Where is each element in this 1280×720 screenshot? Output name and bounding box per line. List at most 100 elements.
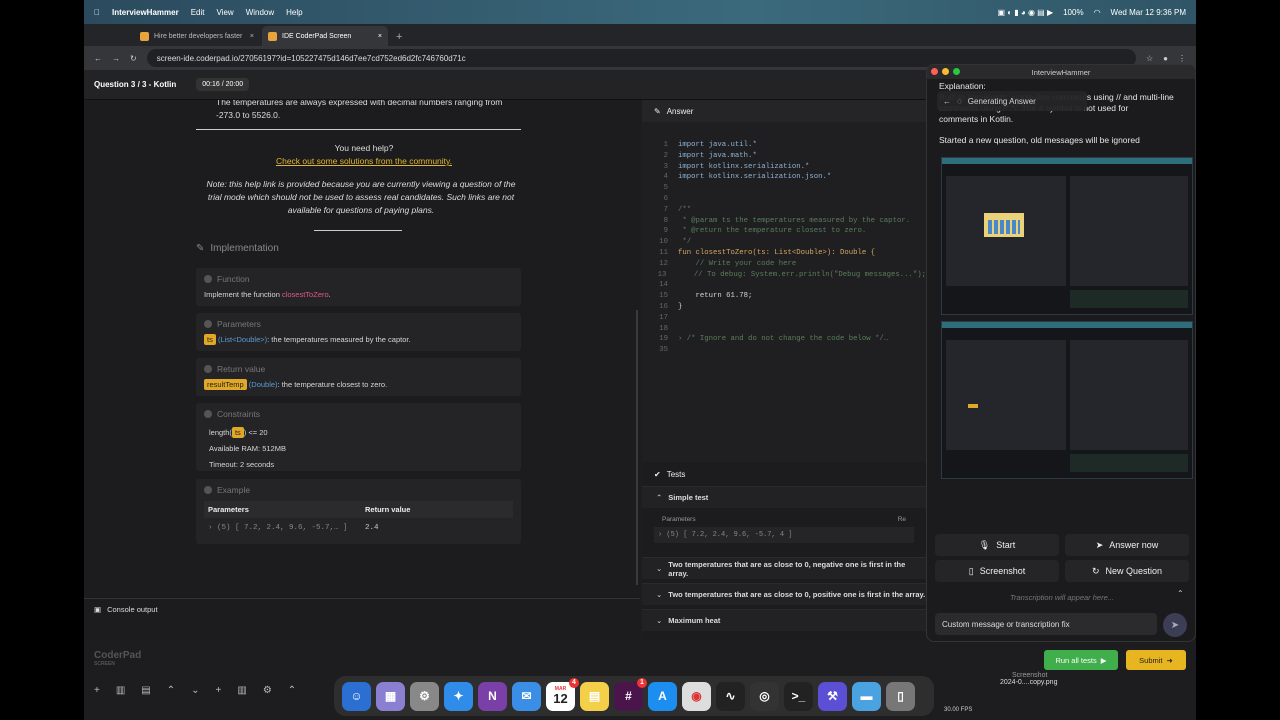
code-line[interactable]: 2 import java.math.* — [642, 151, 926, 162]
test-item[interactable]: ⌄ Two temperatures that are as close to 0… — [642, 557, 926, 579]
finder-icon[interactable]: ☺ — [342, 681, 371, 711]
test-item[interactable]: ⌄ Two temperatures that are as close to 0… — [642, 583, 926, 605]
example-params-value[interactable]: › (5) [ 7.2, 2.4, 9.6, -5.7,… ] — [208, 524, 365, 532]
console-output[interactable]: ▣ Console output — [84, 598, 640, 620]
menu-icon[interactable]: ⋮ — [1178, 54, 1186, 63]
clock[interactable]: Wed Mar 12 9:36 PM — [1111, 8, 1186, 17]
browser-tab[interactable]: Hire better developers faster × — [134, 26, 260, 46]
forward-icon[interactable]: → — [112, 54, 120, 63]
custom-message-input[interactable]: Custom message or transcription fix — [935, 613, 1157, 635]
code-line[interactable]: 8 * @param ts the temperatures measured … — [642, 216, 926, 227]
app-store-icon[interactable]: A — [648, 681, 677, 711]
start-button[interactable]: 🎙 Start — [935, 534, 1059, 556]
profile-icon[interactable]: ● — [1163, 54, 1168, 63]
wifi-icon[interactable]: ◠ — [1094, 8, 1101, 17]
desktop-file[interactable]: Screenshot 2024-0....copy.png — [1000, 672, 1120, 686]
send-button[interactable]: ➤ — [1163, 613, 1187, 637]
apple-icon[interactable]:  — [94, 8, 100, 17]
menu-edit[interactable]: Edit — [191, 8, 205, 17]
mail-icon[interactable]: ✉ — [512, 681, 541, 711]
obs-icon[interactable]: ◎ — [750, 681, 779, 711]
test-params-header: Parameters Re — [662, 516, 906, 523]
run-all-tests-button[interactable]: Run all tests ▶ — [1044, 650, 1118, 670]
code-line[interactable]: 15 return 61.78; — [642, 291, 926, 302]
screenshot-thumbnail[interactable] — [941, 157, 1193, 315]
gear-icon[interactable]: ⚙ — [263, 685, 272, 696]
code-line[interactable]: 5 — [642, 183, 926, 194]
code-line[interactable]: 9 * @return the temperature closest to z… — [642, 226, 926, 237]
answer-now-button[interactable]: ➤ Answer now — [1065, 534, 1189, 556]
chevron-up-icon[interactable]: ⌃ — [1177, 589, 1184, 598]
code-line[interactable]: 6 — [642, 194, 926, 205]
code-line[interactable]: 16} — [642, 302, 926, 313]
play-icon: ▶ — [1100, 655, 1107, 665]
interviewhammer-dock-icon[interactable]: ⚒ — [818, 681, 847, 711]
code-editor[interactable]: 1 import java.util.* 2 import java.math.* 3 i… — [642, 140, 926, 356]
filter-icon[interactable]: ▤ — [141, 685, 150, 696]
code-line[interactable]: 3 import kotlinx.serialization.* — [642, 162, 926, 173]
trash-icon[interactable]: ▥ — [116, 685, 125, 696]
code-line[interactable]: 1 import java.util.* — [642, 140, 926, 151]
code-line[interactable]: 12 // Write your code here — [642, 259, 926, 270]
trash-icon[interactable]: ▥ — [237, 685, 246, 696]
calendar-icon[interactable]: MAR 12 4 — [546, 677, 579, 711]
test-params-value[interactable]: › (5) [ 7.2, 2.4, 9.6, -5.7, 4 ] — [654, 527, 914, 543]
new-tab-icon[interactable]: + — [390, 31, 408, 46]
code-line[interactable]: 7 /** — [642, 205, 926, 216]
test-label: Simple test — [668, 493, 709, 502]
close-icon[interactable]: × — [378, 33, 382, 40]
up-icon[interactable]: ⌃ — [288, 685, 296, 696]
chrome-icon[interactable]: ◉ — [682, 681, 711, 711]
code-text: } — [678, 302, 683, 311]
browser-tab-active[interactable]: IDE CoderPad Screen × — [262, 26, 388, 46]
code-line[interactable]: 19 › /* Ignore and do not change the code… — [642, 334, 926, 345]
bookmark-icon[interactable]: ☆ — [1146, 54, 1153, 63]
code-line[interactable]: 13 // To debug: System.err.println("Debu… — [642, 270, 926, 281]
menu-view[interactable]: View — [217, 8, 234, 17]
launchpad-icon[interactable]: ▦ — [376, 681, 405, 711]
onenote-icon[interactable]: N — [478, 681, 507, 711]
add-icon[interactable]: + — [216, 685, 222, 696]
maximize-window-icon[interactable] — [953, 68, 960, 75]
trash-bin-icon[interactable]: ▯ — [886, 681, 915, 711]
add-icon[interactable]: + — [94, 685, 100, 696]
code-line[interactable]: 18 — [642, 324, 926, 335]
battery-percent[interactable]: 100% — [1063, 8, 1083, 17]
tests-header[interactable]: ✔ Tests — [642, 462, 926, 486]
new-question-button[interactable]: ↻ New Question — [1065, 560, 1189, 582]
folder-icon[interactable]: ▬ — [852, 681, 881, 711]
code-line[interactable]: 11 fun closestToZero(ts: List<Double>): D… — [642, 248, 926, 259]
activity-monitor-icon[interactable]: ∿ — [716, 681, 745, 711]
scrollbar[interactable] — [636, 310, 638, 585]
submit-button[interactable]: Submit ➜ — [1126, 650, 1186, 670]
reload-icon[interactable]: ↻ — [130, 54, 137, 63]
code-line[interactable]: 14 — [642, 280, 926, 291]
status-icons[interactable]: ▣ ◐ ▮ ◕ ◉ ▤ ▶ — [997, 8, 1053, 17]
screenshot-button[interactable]: ▯ Screenshot — [935, 560, 1059, 582]
menu-help[interactable]: Help — [286, 8, 302, 17]
help-link[interactable]: Check out some solutions from the commun… — [194, 155, 534, 168]
back-icon[interactable]: ← — [94, 54, 102, 63]
ih-titlebar[interactable]: InterviewHammer — [927, 65, 1195, 79]
slack-icon[interactable]: #1 — [614, 677, 647, 711]
close-icon[interactable]: × — [250, 33, 254, 40]
safari-icon[interactable]: ✦ — [444, 681, 473, 711]
settings-icon[interactable]: ⚙ — [410, 681, 439, 711]
menubar-app-name[interactable]: InterviewHammer — [112, 8, 179, 17]
code-line[interactable]: 4 import kotlinx.serialization.json.* — [642, 172, 926, 183]
menu-window[interactable]: Window — [246, 8, 274, 17]
terminal-icon[interactable]: >_ — [784, 681, 813, 711]
code-line[interactable]: 10 */ — [642, 237, 926, 248]
screenshot-thumbnail[interactable] — [941, 321, 1193, 479]
close-window-icon[interactable] — [931, 68, 938, 75]
code-line[interactable]: 35 — [642, 345, 926, 356]
answer-tab[interactable]: ✎ Answer — [642, 100, 926, 122]
code-line[interactable]: 17 — [642, 313, 926, 324]
test-simple[interactable]: ⌃ Simple test — [642, 486, 926, 508]
down-icon[interactable]: ⌄ — [191, 685, 199, 696]
notes-icon[interactable]: ▤ — [580, 681, 609, 711]
back-arrow-icon[interactable]: ← — [943, 97, 951, 106]
test-item[interactable]: ⌄ Maximum heat — [642, 609, 926, 631]
minimize-window-icon[interactable] — [942, 68, 949, 75]
up-icon[interactable]: ⌃ — [167, 685, 175, 696]
